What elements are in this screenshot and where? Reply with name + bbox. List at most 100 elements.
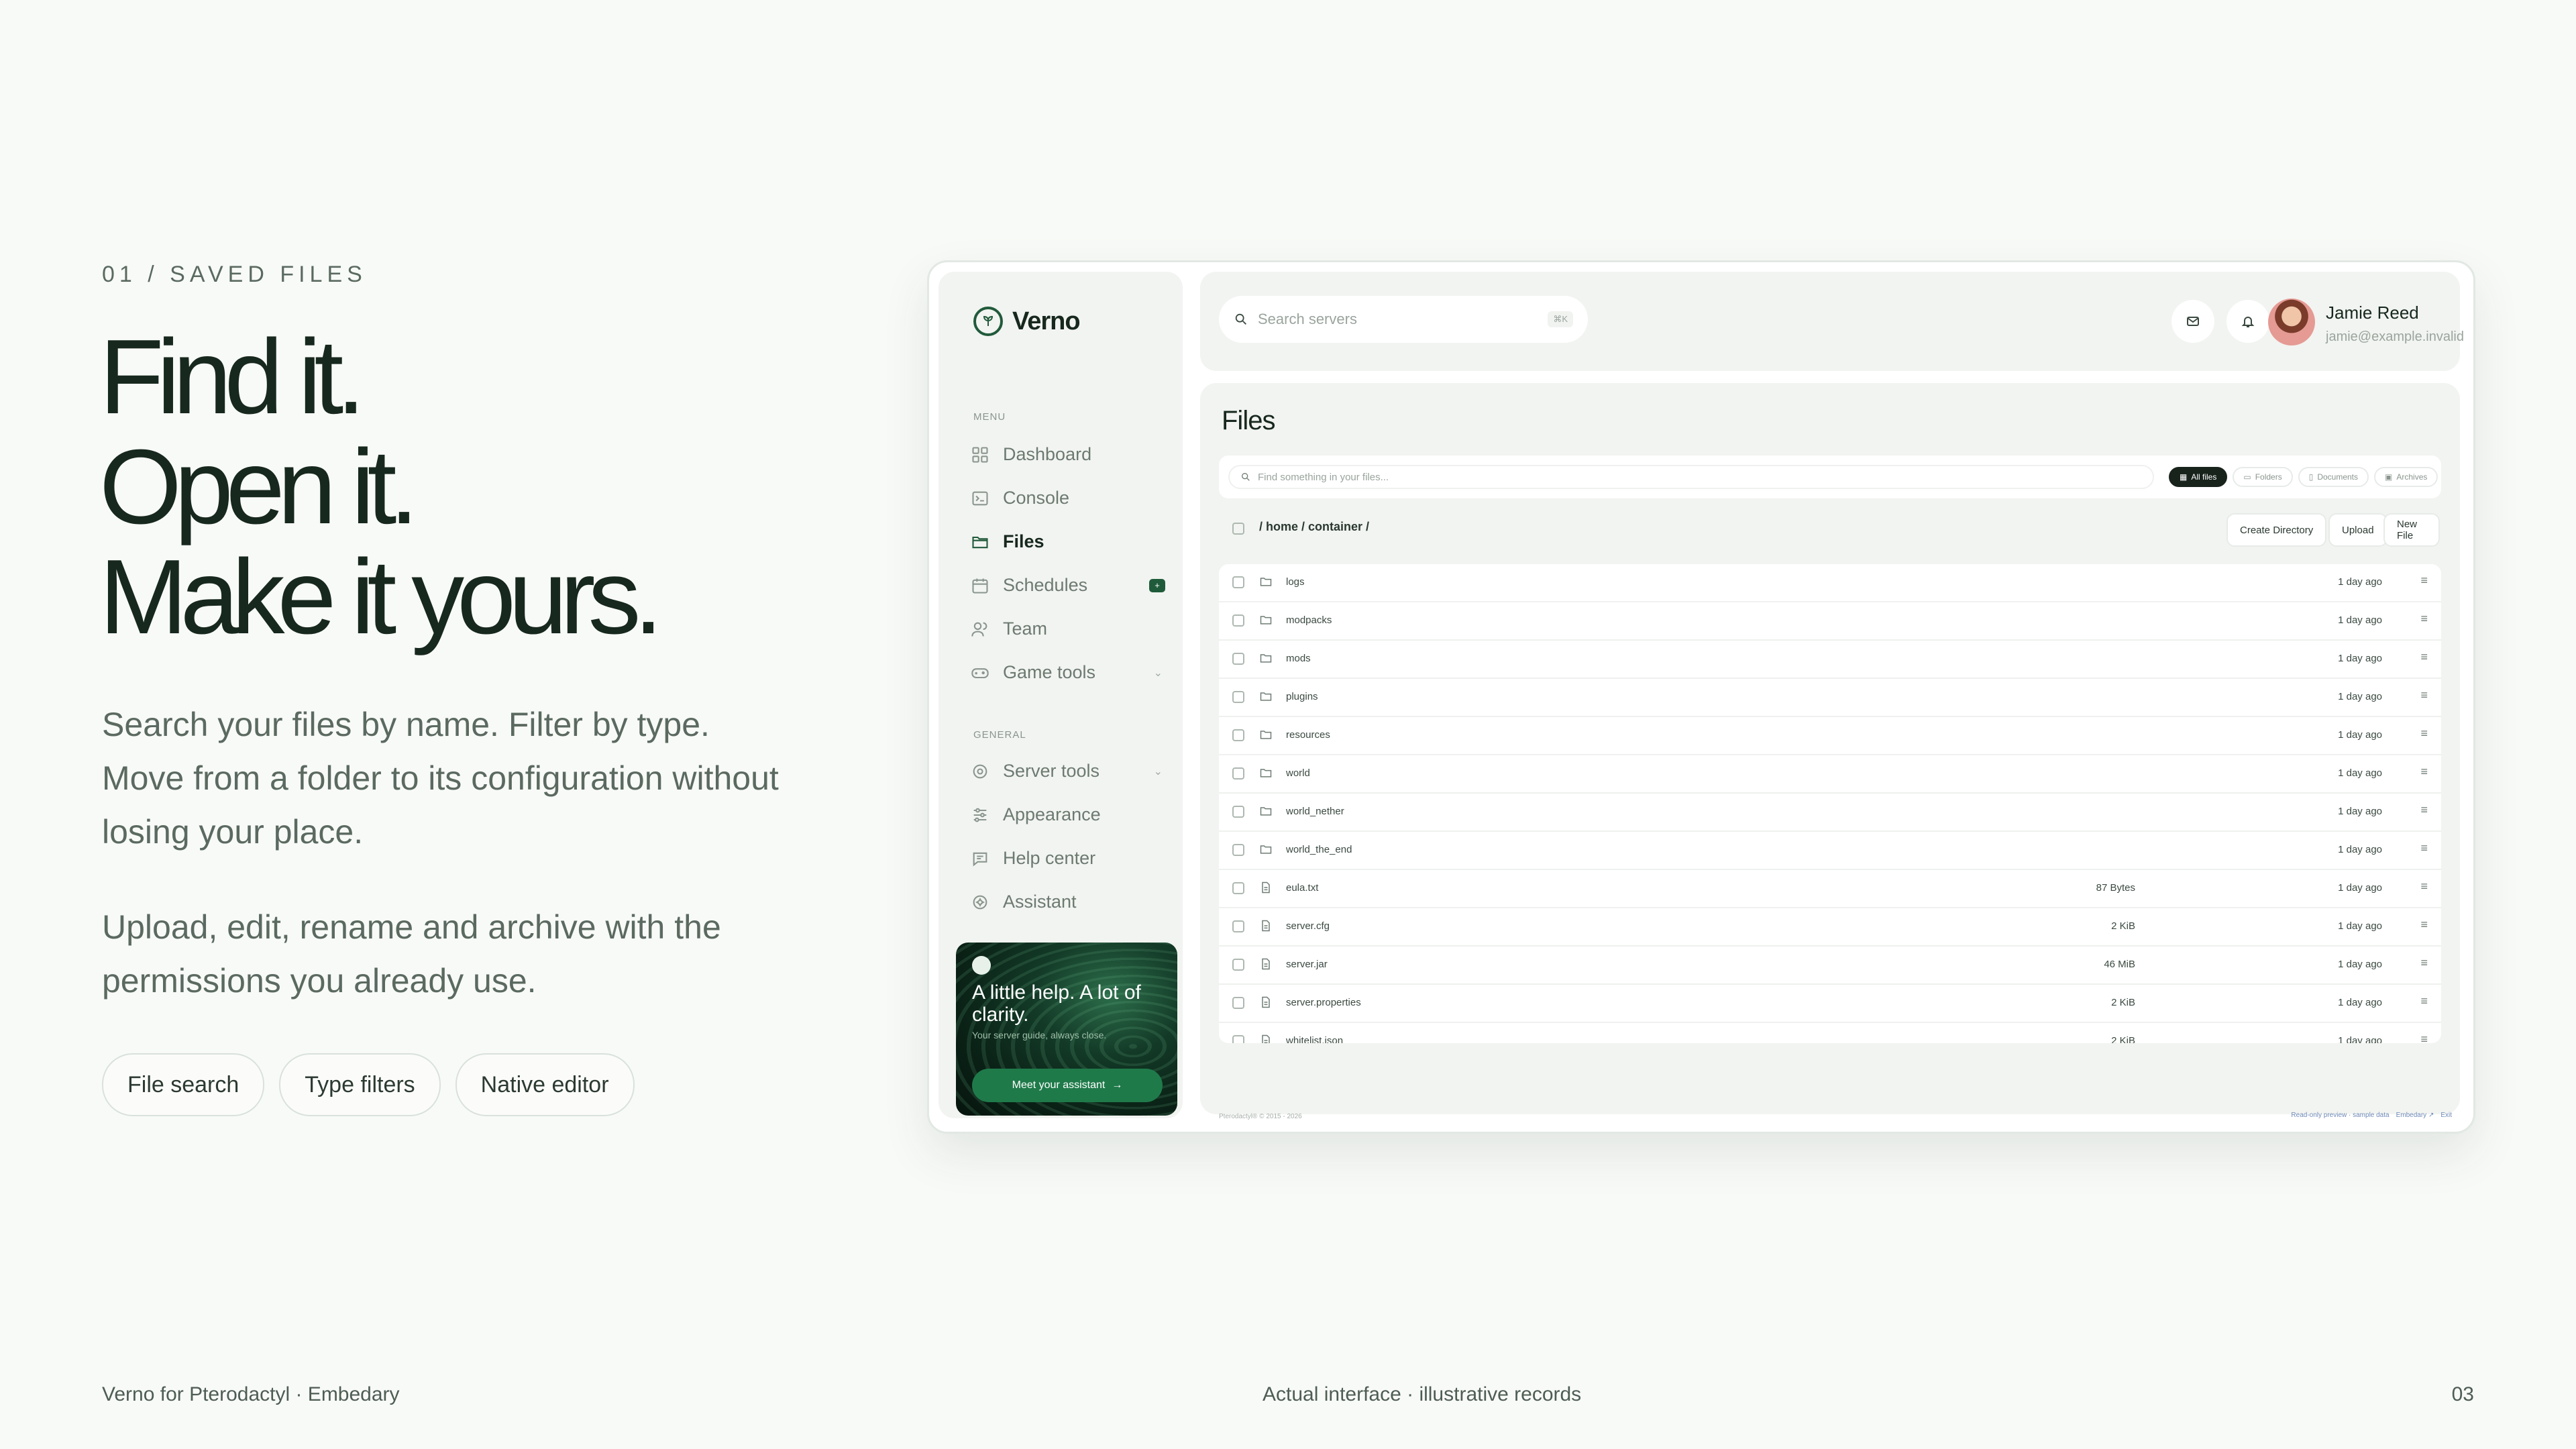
footer-links: Read-only preview · sample data Embedary… <box>2291 1112 2452 1119</box>
file-name[interactable]: server.cfg <box>1286 920 1330 932</box>
table-row[interactable]: server.jar 46 MiB 1 day ago ≡ <box>1219 947 2441 985</box>
table-row[interactable]: server.cfg 2 KiB 1 day ago ≡ <box>1219 908 2441 947</box>
row-menu-icon[interactable]: ≡ <box>2420 612 2428 626</box>
page-number: 03 <box>2451 1383 2474 1405</box>
file-name[interactable]: world_the_end <box>1286 844 1352 855</box>
create-directory-button[interactable]: Create Directory <box>2226 513 2327 547</box>
sidebar-item-label: Help center <box>1003 848 1096 868</box>
row-checkbox[interactable] <box>1232 959 1244 971</box>
general-nav: Server tools ⌄ Appearance Help center As… <box>971 749 1172 924</box>
file-search-input[interactable]: Find something in your files... <box>1228 465 2154 489</box>
brand[interactable]: Verno <box>973 307 1081 336</box>
file-name[interactable]: modpacks <box>1286 614 1332 626</box>
menu-nav: Dashboard Console Files Schedules + Team <box>971 433 1172 694</box>
row-menu-icon[interactable]: ≡ <box>2420 765 2428 779</box>
row-menu-icon[interactable]: ≡ <box>2420 803 2428 817</box>
gamepad-icon <box>971 667 989 678</box>
new-file-button[interactable]: New File <box>2383 513 2440 547</box>
row-checkbox[interactable] <box>1232 882 1244 894</box>
sidebar-item-server-tools[interactable]: Server tools ⌄ <box>971 749 1172 793</box>
file-modified: 1 day ago <box>2338 614 2382 626</box>
meet-assistant-button[interactable]: Meet your assistant → <box>972 1069 1163 1102</box>
file-name[interactable]: resources <box>1286 729 1330 741</box>
breadcrumb[interactable]: / home / container / <box>1259 520 1369 534</box>
sidebar-item-label: Team <box>1003 619 1048 639</box>
table-row[interactable]: modpacks 1 day ago ≡ <box>1219 602 2441 641</box>
file-name[interactable]: whitelist.json <box>1286 1035 1343 1043</box>
row-checkbox[interactable] <box>1232 997 1244 1009</box>
row-menu-icon[interactable]: ≡ <box>2420 688 2428 702</box>
table-row[interactable]: world_nether 1 day ago ≡ <box>1219 794 2441 832</box>
exit-link[interactable]: Exit <box>2440 1112 2452 1119</box>
row-checkbox[interactable] <box>1232 729 1244 741</box>
row-menu-icon[interactable]: ≡ <box>2420 1032 2428 1043</box>
row-checkbox[interactable] <box>1232 844 1244 856</box>
file-name[interactable]: world <box>1286 767 1310 779</box>
leaf-logo-icon <box>973 307 1003 336</box>
row-checkbox[interactable] <box>1232 920 1244 932</box>
table-row[interactable]: world 1 day ago ≡ <box>1219 755 2441 794</box>
tab-label: All files <box>2191 472 2217 482</box>
file-size: 87 Bytes <box>2096 882 2135 894</box>
row-menu-icon[interactable]: ≡ <box>2420 574 2428 588</box>
table-row[interactable]: world_the_end 1 day ago ≡ <box>1219 832 2441 870</box>
row-menu-icon[interactable]: ≡ <box>2420 918 2428 932</box>
file-modified: 1 day ago <box>2338 920 2382 932</box>
sidebar-item-files[interactable]: Files <box>971 520 1172 564</box>
tab-documents[interactable]: ▯ Documents <box>2298 467 2369 487</box>
tab-folders[interactable]: ▭ Folders <box>2233 467 2293 487</box>
footer-note: Actual interface · illustrative records <box>1263 1383 1582 1405</box>
notifications-button[interactable] <box>2226 300 2269 343</box>
tab-all-files[interactable]: ▦ All files <box>2169 467 2228 487</box>
row-menu-icon[interactable]: ≡ <box>2420 650 2428 664</box>
embedary-link[interactable]: Embedary ↗ <box>2396 1112 2434 1119</box>
sidebar-item-console[interactable]: Console <box>971 476 1172 520</box>
table-row[interactable]: mods 1 day ago ≡ <box>1219 641 2441 679</box>
leaf-logo-icon <box>972 956 991 975</box>
row-menu-icon[interactable]: ≡ <box>2420 879 2428 894</box>
eyebrow: 01 / SAVED FILES <box>102 262 367 287</box>
sidebar-item-assistant[interactable]: Assistant <box>971 880 1172 924</box>
sidebar-item-appearance[interactable]: Appearance <box>971 793 1172 837</box>
row-menu-icon[interactable]: ≡ <box>2420 841 2428 855</box>
row-checkbox[interactable] <box>1232 614 1244 627</box>
table-row[interactable]: resources 1 day ago ≡ <box>1219 717 2441 755</box>
intro-paragraph: Search your files by name. Filter by typ… <box>102 706 779 851</box>
table-row[interactable]: whitelist.json 2 KiB 1 day ago ≡ <box>1219 1023 2441 1043</box>
sidebar-item-help-center[interactable]: Help center <box>971 837 1172 880</box>
table-row[interactable]: logs 1 day ago ≡ <box>1219 564 2441 602</box>
file-modified: 1 day ago <box>2338 653 2382 664</box>
sidebar-item-game-tools[interactable]: Game tools ⌄ <box>971 651 1172 694</box>
file-name[interactable]: world_nether <box>1286 806 1344 817</box>
sidebar-item-dashboard[interactable]: Dashboard <box>971 433 1172 476</box>
row-checkbox[interactable] <box>1232 767 1244 780</box>
sidebar-item-team[interactable]: Team <box>971 607 1172 651</box>
table-row[interactable]: plugins 1 day ago ≡ <box>1219 679 2441 717</box>
row-checkbox[interactable] <box>1232 653 1244 665</box>
avatar[interactable] <box>2268 299 2315 345</box>
file-name[interactable]: eula.txt <box>1286 882 1318 894</box>
row-menu-icon[interactable]: ≡ <box>2420 956 2428 970</box>
folder-icon <box>1259 766 1273 780</box>
file-name[interactable]: server.properties <box>1286 997 1361 1008</box>
row-checkbox[interactable] <box>1232 691 1244 703</box>
table-row[interactable]: eula.txt 87 Bytes 1 day ago ≡ <box>1219 870 2441 908</box>
sidebar-item-schedules[interactable]: Schedules + <box>971 564 1172 607</box>
file-name[interactable]: logs <box>1286 576 1305 588</box>
tab-archives[interactable]: ▣ Archives <box>2374 467 2438 487</box>
file-name[interactable]: server.jar <box>1286 959 1328 970</box>
search-input[interactable]: Search servers ⌘K <box>1219 296 1588 343</box>
row-checkbox[interactable] <box>1232 576 1244 588</box>
select-all-checkbox[interactable] <box>1232 523 1244 535</box>
mail-button[interactable] <box>2171 300 2214 343</box>
row-menu-icon[interactable]: ≡ <box>2420 727 2428 741</box>
file-modified: 1 day ago <box>2338 576 2382 588</box>
row-checkbox[interactable] <box>1232 806 1244 818</box>
row-checkbox[interactable] <box>1232 1035 1244 1043</box>
table-row[interactable]: server.properties 2 KiB 1 day ago ≡ <box>1219 985 2441 1023</box>
file-name[interactable]: plugins <box>1286 691 1318 702</box>
row-menu-icon[interactable]: ≡ <box>2420 994 2428 1008</box>
promo-button-label: Meet your assistant <box>1012 1079 1106 1091</box>
upload-button[interactable]: Upload <box>2328 513 2387 547</box>
file-name[interactable]: mods <box>1286 653 1311 664</box>
